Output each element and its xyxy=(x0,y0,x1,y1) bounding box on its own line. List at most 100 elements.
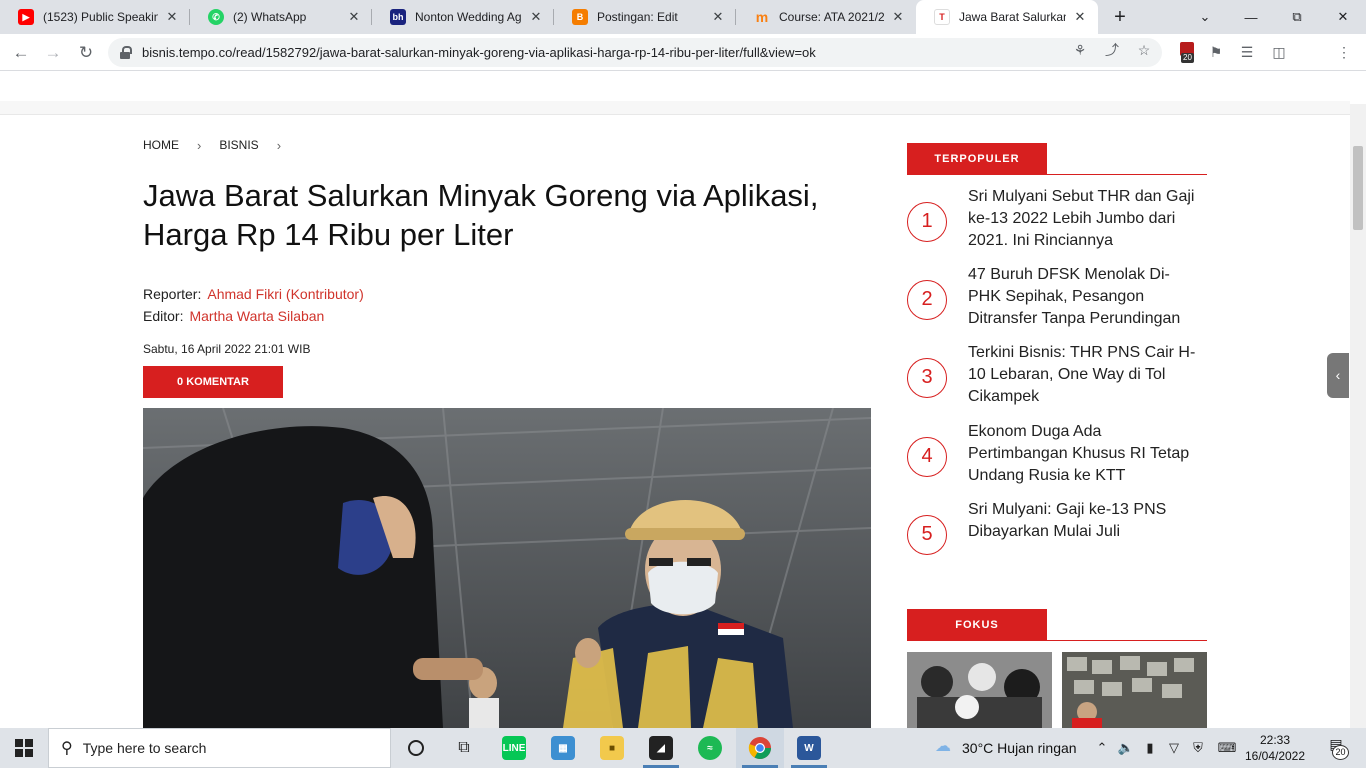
control-panel-icon[interactable]: ▦ xyxy=(539,728,587,768)
popular-section-header: TERPOPULER xyxy=(907,143,1207,175)
popular-item-title[interactable]: 47 Buruh DFSK Menolak Di-PHK Sepihak, Pe… xyxy=(968,264,1198,330)
browser-tab[interactable]: ✆ (2) WhatsApp ✕ xyxy=(190,0,372,34)
rank-number: 1 xyxy=(907,202,947,242)
side-panel-icon[interactable]: ◫ xyxy=(1269,42,1289,62)
forward-icon[interactable]: → xyxy=(40,40,66,66)
tempo-icon: T xyxy=(934,9,950,25)
editor-line: Editor: Martha Warta Silaban xyxy=(143,308,324,324)
browser-tab-strip: ▶ (1523) Public Speaking ✕ ✆ (2) WhatsAp… xyxy=(0,0,1366,34)
hero-photo xyxy=(143,408,871,728)
chevron-left-icon[interactable]: ‹ xyxy=(1327,353,1349,398)
keyboard-icon[interactable]: ⌨ xyxy=(1215,740,1239,756)
address-bar[interactable]: bisnis.tempo.co/read/1582792/jawa-barat-… xyxy=(108,38,1162,67)
word-icon[interactable]: W xyxy=(785,728,833,768)
popular-item-title[interactable]: Ekonom Duga Ada Pertimbangan Khusus RI T… xyxy=(968,421,1198,487)
browser-tab[interactable]: bh Nonton Wedding Agre ✕ xyxy=(372,0,554,34)
cortana-icon[interactable] xyxy=(392,728,440,768)
close-tab-icon[interactable]: ✕ xyxy=(164,9,180,25)
spotify-icon[interactable]: ≈ xyxy=(686,728,734,768)
moodle-icon: m xyxy=(755,9,769,25)
breadcrumb: HOME › BISNIS › xyxy=(143,138,299,153)
chevron-right-icon: › xyxy=(197,138,202,153)
site-icon: bh xyxy=(390,9,406,25)
chrome-icon[interactable] xyxy=(736,728,784,768)
wifi-icon[interactable]: ▽ xyxy=(1165,740,1183,756)
url-text[interactable]: bisnis.tempo.co/read/1582792/jawa-barat-… xyxy=(142,45,816,60)
app-icon[interactable]: ◢ xyxy=(637,728,685,768)
popular-item[interactable]: 2 47 Buruh DFSK Menolak Di-PHK Sepihak, … xyxy=(907,266,1207,336)
publish-date: Sabtu, 16 April 2022 21:01 WIB xyxy=(143,342,311,356)
reporter-line: Reporter: Ahmad Fikri (Kontributor) xyxy=(143,286,364,302)
page-scrollbar[interactable] xyxy=(1350,104,1366,728)
close-window-icon[interactable]: ✕ xyxy=(1320,0,1366,34)
focus-thumbnail[interactable] xyxy=(907,652,1052,728)
extensions-puzzle-icon[interactable]: ⚑ xyxy=(1206,42,1226,62)
show-hidden-icons-icon[interactable]: ⌃ xyxy=(1093,740,1111,756)
reading-list-icon[interactable]: ☰ xyxy=(1237,42,1257,62)
extension-badge: 20 xyxy=(1181,53,1194,63)
weather-cloud-icon[interactable]: ☁ xyxy=(932,739,954,755)
popular-item[interactable]: 5 Sri Mulyani: Gaji ke-13 PNS Dibayarkan… xyxy=(907,501,1207,571)
comment-button[interactable]: 0 KOMENTAR xyxy=(143,366,283,398)
tab-search-icon[interactable]: ⌄ xyxy=(1182,0,1228,34)
rank-number: 2 xyxy=(907,280,947,320)
bookmark-star-icon[interactable]: ☆ xyxy=(1134,40,1154,60)
file-explorer-icon[interactable]: ■ xyxy=(588,728,636,768)
new-tab-icon[interactable]: + xyxy=(1108,5,1132,29)
translate-icon[interactable]: ⚘ xyxy=(1070,40,1090,60)
close-tab-icon[interactable]: ✕ xyxy=(528,9,544,25)
reporter-label: Reporter: xyxy=(143,286,202,302)
browser-tab-active[interactable]: T Jawa Barat Salurkan M ✕ xyxy=(916,0,1098,34)
popular-item[interactable]: 3 Terkini Bisnis: THR PNS Cair H-10 Leba… xyxy=(907,344,1207,414)
popular-item-title[interactable]: Terkini Bisnis: THR PNS Cair H-10 Lebara… xyxy=(968,342,1198,408)
security-shield-icon[interactable]: ⛨ xyxy=(1189,740,1207,756)
popular-item-title[interactable]: Sri Mulyani: Gaji ke-13 PNS Dibayarkan M… xyxy=(968,499,1198,565)
tab-title: Postingan: Edit xyxy=(597,10,678,24)
web-page: HOME › BISNIS › Jawa Barat Salurkan Miny… xyxy=(0,72,1366,728)
tab-title: Jawa Barat Salurkan M xyxy=(959,10,1066,24)
reload-icon[interactable]: ↻ xyxy=(73,40,99,66)
notification-icon[interactable]: ▤ 20 xyxy=(1322,736,1350,760)
popular-item[interactable]: 4 Ekonom Duga Ada Pertimbangan Khusus RI… xyxy=(907,423,1207,493)
close-tab-icon[interactable]: ✕ xyxy=(710,9,726,25)
clock[interactable]: 22:33 16/04/2022 xyxy=(1240,732,1310,764)
notification-count: 20 xyxy=(1332,745,1349,760)
focus-heading: FOKUS xyxy=(907,609,1047,641)
breadcrumb-bisnis[interactable]: BISNIS xyxy=(219,138,258,153)
close-tab-icon[interactable]: ✕ xyxy=(1072,9,1088,25)
share-icon[interactable]: ⤴ xyxy=(1102,40,1122,60)
browser-tab[interactable]: B Postingan: Edit ✕ xyxy=(554,0,736,34)
extension-icon[interactable]: 20 xyxy=(1177,42,1197,63)
minimize-icon[interactable]: — xyxy=(1228,0,1274,34)
line-app-icon[interactable]: LINE xyxy=(490,728,538,768)
focus-thumbnail[interactable] xyxy=(1062,652,1207,728)
site-header-edge xyxy=(0,101,1350,115)
breadcrumb-home[interactable]: HOME xyxy=(143,138,179,153)
popular-item[interactable]: 1 Sri Mulyani Sebut THR dan Gaji ke-13 2… xyxy=(907,188,1207,258)
close-tab-icon[interactable]: ✕ xyxy=(890,9,906,25)
rank-number: 5 xyxy=(907,515,947,555)
popular-item-title[interactable]: Sri Mulyani Sebut THR dan Gaji ke-13 202… xyxy=(968,186,1198,252)
taskbar-search[interactable]: ⚲ Type here to search xyxy=(48,728,391,768)
browser-toolbar: ← → ↻ bisnis.tempo.co/read/1582792/jawa-… xyxy=(0,34,1366,71)
menu-icon[interactable]: ⋮ xyxy=(1334,42,1354,62)
weather-text[interactable]: 30°C Hujan ringan xyxy=(962,728,1077,768)
scrollbar-thumb[interactable] xyxy=(1353,146,1363,230)
lock-icon[interactable] xyxy=(120,45,132,60)
back-icon[interactable]: ← xyxy=(8,40,34,66)
windows-start-icon[interactable] xyxy=(0,728,48,768)
search-placeholder: Type here to search xyxy=(82,740,207,756)
clock-date: 16/04/2022 xyxy=(1244,749,1306,763)
battery-icon[interactable]: ▮ xyxy=(1141,740,1159,756)
browser-tab[interactable]: m Course: ATA 2021/202 ✕ xyxy=(736,0,916,34)
popular-heading: TERPOPULER xyxy=(907,143,1047,175)
focus-section-header: FOKUS xyxy=(907,609,1207,641)
reporter-link[interactable]: Ahmad Fikri (Kontributor) xyxy=(207,286,363,302)
clock-time: 22:33 xyxy=(1259,733,1291,747)
editor-link[interactable]: Martha Warta Silaban xyxy=(189,308,324,324)
volume-icon[interactable]: 🔈 xyxy=(1117,740,1135,756)
restore-icon[interactable]: ⧉ xyxy=(1274,0,1320,34)
browser-tab[interactable]: ▶ (1523) Public Speaking ✕ xyxy=(0,0,190,34)
close-tab-icon[interactable]: ✕ xyxy=(346,9,362,25)
task-view-icon[interactable]: ⧉ xyxy=(440,728,488,768)
